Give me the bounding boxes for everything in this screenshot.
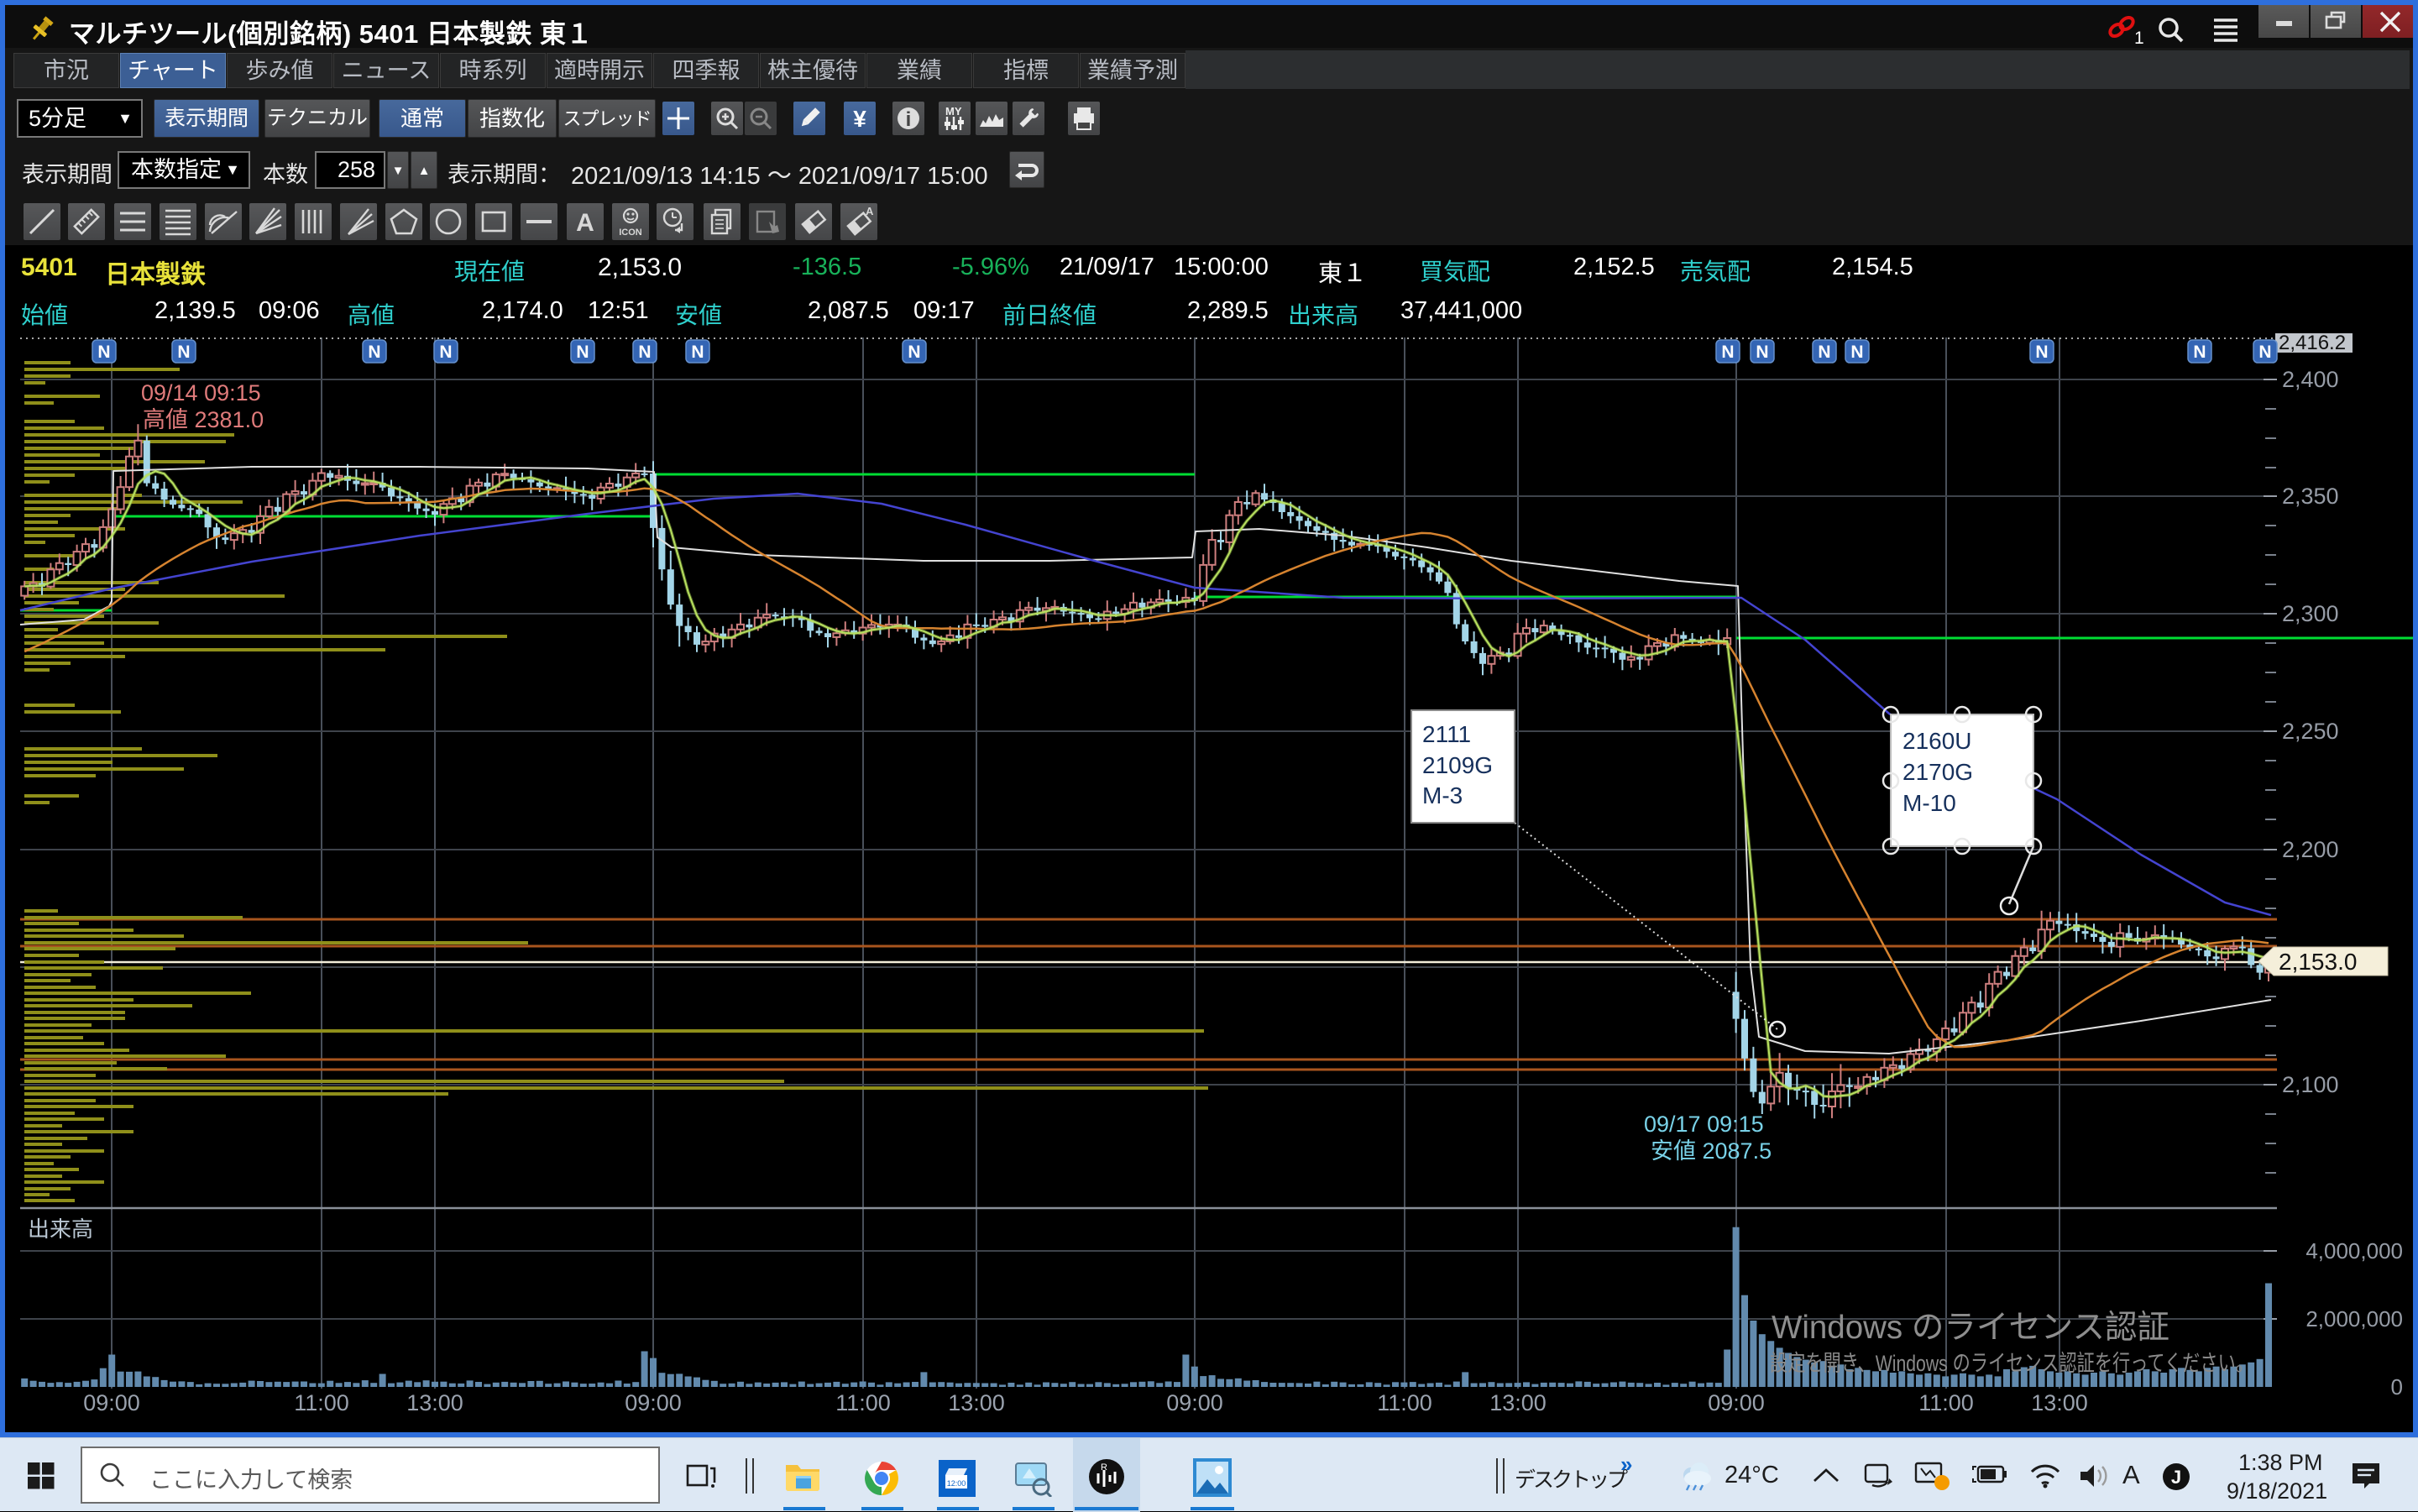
svg-text:12:00: 12:00 <box>947 1479 966 1488</box>
svg-text:09:00: 09:00 <box>83 1390 140 1415</box>
svg-text:2109G: 2109G <box>1422 752 1493 778</box>
svg-text:A: A <box>576 209 594 237</box>
svg-text:N: N <box>691 343 704 362</box>
svg-text:2,100: 2,100 <box>2282 1072 2339 1097</box>
svg-text:2,350: 2,350 <box>2282 484 2339 509</box>
svg-text:N: N <box>439 343 452 362</box>
svg-text:N: N <box>1721 343 1734 362</box>
svg-text:J: J <box>2171 1467 2181 1488</box>
svg-text:N: N <box>368 343 380 362</box>
svg-text:N: N <box>576 343 589 362</box>
svg-text:2,153.0: 2,153.0 <box>2279 949 2357 975</box>
svg-text:13:00: 13:00 <box>2031 1390 2088 1415</box>
svg-text:0: 0 <box>2391 1374 2403 1400</box>
svg-text:13:00: 13:00 <box>948 1390 1005 1415</box>
svg-text:2,416.2: 2,416.2 <box>2279 332 2346 354</box>
svg-text:安値 2087.5: 安値 2087.5 <box>1651 1138 1772 1164</box>
svg-text:N: N <box>177 343 190 362</box>
svg-text:高値 2381.0: 高値 2381.0 <box>143 407 264 432</box>
svg-text:N: N <box>2258 343 2271 362</box>
svg-text:09:00: 09:00 <box>625 1390 682 1415</box>
svg-text:N: N <box>97 343 110 362</box>
svg-text:1: 1 <box>2134 29 2144 47</box>
svg-text:N: N <box>1850 343 1863 362</box>
svg-text:N: N <box>638 343 651 362</box>
svg-text:2,300: 2,300 <box>2282 601 2339 626</box>
svg-text:09:00: 09:00 <box>1166 1390 1223 1415</box>
svg-text:11:00: 11:00 <box>1918 1390 1974 1415</box>
svg-text:出来高: 出来高 <box>28 1216 93 1242</box>
svg-text:2,250: 2,250 <box>2282 719 2339 744</box>
svg-text:Windows のライセンス認証: Windows のライセンス認証 <box>1772 1310 2169 1346</box>
svg-text:09:00: 09:00 <box>1708 1390 1765 1415</box>
svg-text:09/17 09:15: 09/17 09:15 <box>1644 1112 1764 1137</box>
svg-text:2160U: 2160U <box>1902 728 1972 754</box>
svg-text:i: i <box>906 108 912 131</box>
svg-text:N: N <box>2035 343 2048 362</box>
svg-text:¥: ¥ <box>853 106 866 132</box>
svg-text:N: N <box>908 343 920 362</box>
svg-text:13:00: 13:00 <box>1489 1390 1547 1415</box>
svg-text:M-3: M-3 <box>1422 782 1463 808</box>
svg-text:11:00: 11:00 <box>1377 1390 1432 1415</box>
svg-text:09/14 09:15: 09/14 09:15 <box>141 380 261 405</box>
svg-text:設定を開き、Windows のライセンス認証を行ってください: 設定を開き、Windows のライセンス認証を行ってください。 <box>1770 1351 2253 1376</box>
svg-text:4,000,000: 4,000,000 <box>2305 1238 2403 1263</box>
svg-text:N: N <box>2193 343 2206 362</box>
svg-text:ICON: ICON <box>619 228 642 238</box>
svg-text:11:00: 11:00 <box>835 1390 891 1415</box>
svg-text:N: N <box>1818 343 1830 362</box>
svg-text:13:00: 13:00 <box>406 1390 463 1415</box>
svg-text:A: A <box>866 205 874 217</box>
svg-text:11:00: 11:00 <box>294 1390 349 1415</box>
svg-text:2,400: 2,400 <box>2282 367 2339 392</box>
svg-text:2170G: 2170G <box>1902 759 1973 785</box>
svg-text:M-10: M-10 <box>1902 790 1956 816</box>
svg-text:2,200: 2,200 <box>2282 837 2339 862</box>
svg-text:N: N <box>1756 343 1768 362</box>
svg-text:2111: 2111 <box>1422 721 1471 747</box>
svg-text:2,000,000: 2,000,000 <box>2305 1306 2403 1332</box>
svg-text:MY: MY <box>945 105 962 118</box>
